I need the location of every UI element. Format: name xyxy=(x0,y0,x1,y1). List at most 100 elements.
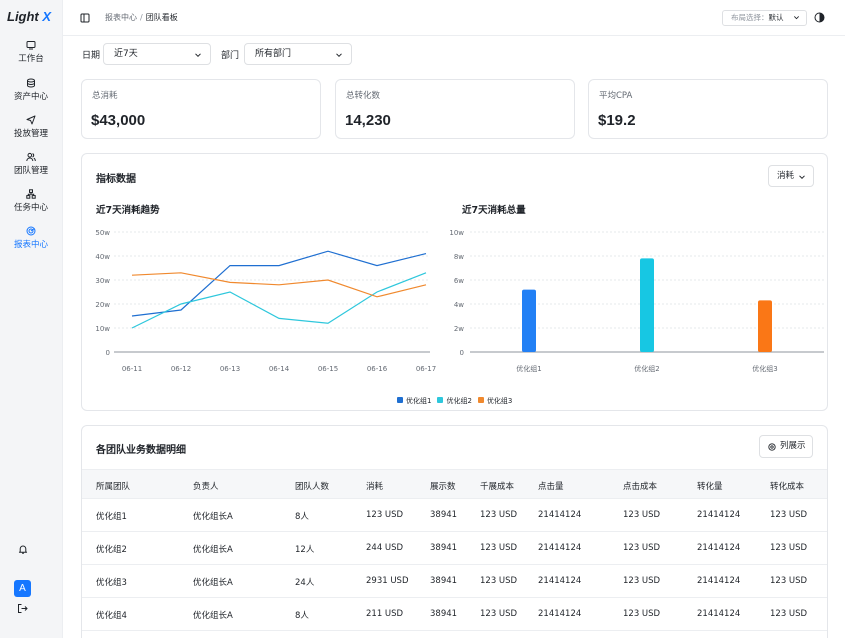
table-cell: 123 USD xyxy=(623,543,661,553)
legend-item[interactable]: 优化组3 xyxy=(477,396,512,406)
legend-swatch xyxy=(437,397,444,403)
users-icon xyxy=(26,152,36,162)
kpi-title: 总消耗 xyxy=(92,91,118,101)
kpi-card-total-conversions: 总转化数 14,230 xyxy=(335,79,575,139)
legend-label: 优化组1 xyxy=(406,397,432,405)
bar-2 xyxy=(640,258,654,352)
app-logo[interactable]: Light X xyxy=(7,9,51,24)
sidebar-item-reports[interactable]: 报表中心 xyxy=(0,226,62,250)
layout-select[interactable]: 布局选择：默认 xyxy=(722,10,807,26)
column-header[interactable]: 展示数 xyxy=(430,480,456,492)
sidebar-item-tasks[interactable]: 任务中心 xyxy=(0,189,62,213)
chevron-down-icon xyxy=(799,175,805,180)
metric-select-value: 消耗 xyxy=(777,171,795,181)
column-header[interactable]: 负责人 xyxy=(193,480,219,492)
table-cell: 21414124 xyxy=(697,576,741,586)
bar-1 xyxy=(522,289,536,352)
x-tick-label: 06-11 xyxy=(122,365,142,373)
table-cell: 24人 xyxy=(295,578,315,588)
bar-chart-title: 近7天消耗总量 xyxy=(462,205,526,216)
table-row[interactable]: 优化组1 优化组长A 8人 123 USD 38941 123 USD 21414124 12… xyxy=(82,499,827,532)
sidebar-item-team[interactable]: 团队管理 xyxy=(0,152,62,176)
bar-chart: 0 2w 4w 6w 8w 10w 优化组1 优化组2 优化组3 xyxy=(449,229,824,373)
table-cell: 优化组长A xyxy=(193,512,233,522)
column-header[interactable]: 所属团队 xyxy=(96,480,130,492)
sidebar-toggle-icon[interactable] xyxy=(80,13,90,23)
table-cell: 38941 xyxy=(430,609,458,619)
column-header[interactable]: 消耗 xyxy=(366,480,383,492)
sidebar-item-delivery[interactable]: 投放管理 xyxy=(0,115,62,139)
table-cell: 优化组长A xyxy=(193,545,233,555)
table-row[interactable]: 优化组2 优化组长A 12人 244 USD 38941 123 USD 21414124 1… xyxy=(82,532,827,565)
table-cell: 123 USD xyxy=(623,510,661,520)
table-title: 各团队业务数据明细 xyxy=(96,445,186,456)
column-header[interactable]: 转化量 xyxy=(697,480,723,492)
metric-select[interactable]: 消耗 xyxy=(768,165,814,187)
kpi-value: $43,000 xyxy=(91,112,146,129)
logout-icon[interactable] xyxy=(17,603,28,614)
legend-item[interactable]: 优化组1 xyxy=(397,396,431,406)
x-tick-label: 06-16 xyxy=(367,365,388,373)
kpi-card-total-spend: 总消耗 $43,000 xyxy=(81,79,321,139)
x-tick-label: 优化组2 xyxy=(634,364,659,373)
table-cell: 123 USD xyxy=(480,510,518,520)
legend-item[interactable]: 优化组2 xyxy=(437,396,472,406)
column-header[interactable]: 点击成本 xyxy=(623,480,657,492)
date-filter-label: 日期 xyxy=(82,51,101,61)
x-tick-label: 06-14 xyxy=(269,365,290,373)
series-line-3 xyxy=(131,272,427,298)
chart-legend: 优化组1 优化组2 优化组3 xyxy=(397,388,518,405)
top-bar: 报表中心 / 团队看板 布局选择：默认 xyxy=(63,0,845,36)
table-cell: 211 USD xyxy=(366,609,404,619)
hierarchy-icon xyxy=(26,189,36,199)
y-tick-label: 40w xyxy=(95,253,110,261)
team-table-card: 各团队业务数据明细 列展示 所属团队 负责人 团队人数 消耗 展示数 千展成本 点击量 点击成… xyxy=(81,425,828,638)
sidebar-item-label: 报表中心 xyxy=(13,240,48,250)
legend-swatch xyxy=(477,397,484,403)
table-cell: 123 USD xyxy=(623,576,661,586)
y-tick-label: 4w xyxy=(454,301,464,309)
metrics-card: 指标数据 消耗 近7天消耗趋势 近7天消耗总量 0 10w 20w 30w 40w 50w… xyxy=(81,153,828,411)
column-header[interactable]: 团队人数 xyxy=(295,480,329,492)
y-tick-label: 10w xyxy=(449,229,464,237)
y-tick-label: 20w xyxy=(95,301,110,309)
avatar[interactable]: A xyxy=(14,580,31,597)
table-row[interactable]: 优化组4 优化组长A 8人 211 USD 38941 123 USD 21414124 12… xyxy=(82,598,827,631)
table-cell: 123 USD xyxy=(366,510,404,520)
sidebar: Light X 工作台 资产中心 投放管理 团队管理 任务中心 报表中心 A xyxy=(0,0,62,638)
table-cell: 优化组1 xyxy=(96,512,127,522)
report-icon xyxy=(26,226,36,236)
column-header[interactable]: 点击量 xyxy=(538,480,564,492)
sidebar-item-workbench[interactable]: 工作台 xyxy=(0,40,62,64)
table-cell: 38941 xyxy=(430,510,458,520)
date-select[interactable]: 近7天 xyxy=(103,43,211,65)
breadcrumb-item[interactable]: 报表中心 xyxy=(105,13,137,22)
breadcrumb-separator: / xyxy=(140,13,143,22)
table-cell: 优化组长A xyxy=(193,611,233,621)
sidebar-item-assets[interactable]: 资产中心 xyxy=(0,78,62,102)
layout-select-value: 默认 xyxy=(768,13,784,22)
y-tick-label: 0 xyxy=(460,349,464,357)
y-tick-label: 8w xyxy=(454,253,464,261)
table-cell: 21414124 xyxy=(697,543,741,553)
main-panel: 报表中心 / 团队看板 布局选择：默认 日期 近7天 部门 所有部门 总消耗 $43… xyxy=(62,0,845,638)
table-cell: 21414124 xyxy=(538,576,582,586)
table-cell: 123 USD xyxy=(770,510,808,520)
column-header[interactable]: 转化成本 xyxy=(770,480,804,492)
y-tick-label: 50w xyxy=(95,229,110,237)
kpi-value: $19.2 xyxy=(598,112,636,129)
columns-button[interactable]: 列展示 xyxy=(759,435,813,458)
column-header[interactable]: 千展成本 xyxy=(480,480,514,492)
table-cell: 38941 xyxy=(430,576,458,586)
date-select-value: 近7天 xyxy=(114,49,138,59)
bell-icon[interactable] xyxy=(18,544,28,554)
theme-toggle-icon[interactable] xyxy=(814,12,825,23)
sidebar-item-label: 团队管理 xyxy=(13,166,48,176)
table-cell: 21414124 xyxy=(538,609,582,619)
table-cell: 优化组4 xyxy=(96,611,127,621)
table-row[interactable]: 优化组3 优化组长A 24人 2931 USD 38941 123 USD 21414124… xyxy=(82,565,827,598)
metrics-title: 指标数据 xyxy=(96,174,136,185)
line-chart: 0 10w 20w 30w 40w 50w 06-11 06-12 06-13 06-14 06-1… xyxy=(95,229,436,373)
dashboard-icon xyxy=(26,41,36,50)
dept-select[interactable]: 所有部门 xyxy=(244,43,352,65)
